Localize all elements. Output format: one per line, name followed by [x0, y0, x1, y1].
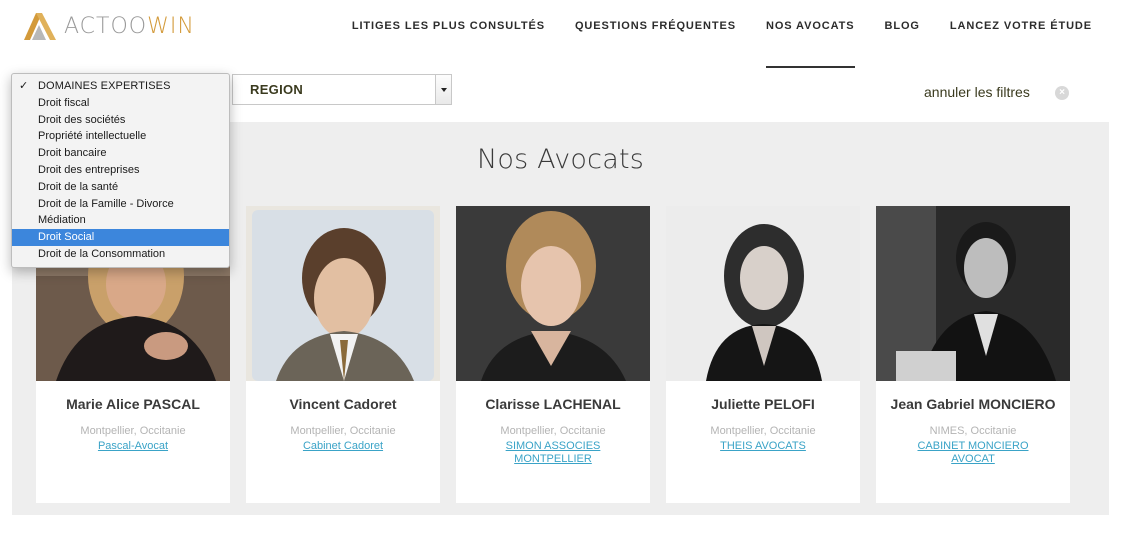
- lawyer-firm-link[interactable]: Cabinet Cadoret: [246, 440, 440, 453]
- lawyer-card[interactable]: Clarisse LACHENAL Montpellier, Occitanie…: [456, 206, 650, 503]
- nav-item-blog[interactable]: BLOG: [885, 18, 920, 34]
- lawyer-location: Montpellier, Occitanie: [80, 425, 186, 437]
- nav-item-questions[interactable]: QUESTIONS FRÉQUENTES: [575, 18, 736, 34]
- nav-item-avocats[interactable]: NOS AVOCATS: [765, 18, 855, 68]
- portrait-image-icon: [456, 206, 650, 381]
- lawyer-firm-link[interactable]: SIMON ASSOCIES MONTPELLIER: [456, 440, 650, 466]
- main-nav: LITIGES LES PLUS CONSULTÉS QUESTIONS FRÉ…: [322, 18, 1092, 68]
- dropdown-option-droit-famille[interactable]: Droit de la Famille - Divorce: [12, 196, 229, 213]
- lawyer-card[interactable]: Vincent Cadoret Montpellier, Occitanie C…: [246, 206, 440, 503]
- site-logo[interactable]: ACTOOWIN: [22, 10, 195, 42]
- dropdown-option-droit-societes[interactable]: Droit des sociétés: [12, 112, 229, 129]
- lawyer-firm-link[interactable]: THEIS AVOCATS: [666, 440, 860, 453]
- dropdown-option-droit-social[interactable]: Droit Social: [12, 229, 229, 246]
- lawyer-firm-link[interactable]: CABINET MONCIERO AVOCAT: [876, 440, 1070, 466]
- dropdown-option-droit-sante[interactable]: Droit de la santé: [12, 179, 229, 196]
- dropdown-option-droit-fiscal[interactable]: Droit fiscal: [12, 95, 229, 112]
- lawyer-firm-link[interactable]: Pascal-Avocat: [36, 440, 230, 453]
- dropdown-option-mediation[interactable]: Médiation: [12, 212, 229, 229]
- lawyer-card[interactable]: Juliette PELOFI Montpellier, Occitanie T…: [666, 206, 860, 503]
- logo-text: ACTOOWIN: [64, 13, 195, 39]
- nav-item-etude[interactable]: LANCEZ VOTRE ÉTUDE: [950, 18, 1092, 34]
- dropdown-option-droit-consommation[interactable]: Droit de la Consommation: [12, 246, 229, 263]
- lawyer-name[interactable]: Vincent Cadoret: [246, 396, 440, 412]
- site-header: ACTOOWIN LITIGES LES PLUS CONSULTÉS QUES…: [0, 0, 1136, 70]
- lawyer-photo[interactable]: [246, 206, 440, 381]
- lawyer-location: Montpellier, Occitanie: [710, 425, 816, 437]
- lawyer-location: NIMES, Occitanie: [929, 425, 1017, 437]
- expertise-dropdown-list[interactable]: ✓ DOMAINES EXPERTISES Droit fiscal Droit …: [11, 73, 230, 268]
- lawyer-card[interactable]: Jean Gabriel MONCIERO NIMES, Occitanie C…: [876, 206, 1070, 503]
- dropdown-option-droit-bancaire[interactable]: Droit bancaire: [12, 145, 229, 162]
- logo-mark-icon: [24, 13, 56, 40]
- portrait-image-icon: [246, 206, 440, 381]
- lawyer-photo[interactable]: [876, 206, 1070, 381]
- checkmark-icon: ✓: [19, 80, 29, 92]
- lawyer-name[interactable]: Juliette PELOFI: [666, 396, 860, 412]
- nav-item-litiges[interactable]: LITIGES LES PLUS CONSULTÉS: [352, 18, 545, 34]
- portrait-image-icon: [876, 206, 1070, 381]
- dropdown-option-propriete-intellectuelle[interactable]: Propriété intellectuelle: [12, 128, 229, 145]
- lawyer-name[interactable]: Clarisse LACHENAL: [456, 396, 650, 412]
- dropdown-option-domaines[interactable]: ✓ DOMAINES EXPERTISES: [12, 78, 1136, 95]
- dropdown-option-droit-entreprises[interactable]: Droit des entreprises: [12, 162, 229, 179]
- lawyer-name[interactable]: Marie Alice PASCAL: [36, 396, 230, 412]
- lawyer-photo[interactable]: [666, 206, 860, 381]
- lawyer-location: Montpellier, Occitanie: [290, 425, 396, 437]
- lawyer-location: Montpellier, Occitanie: [500, 425, 606, 437]
- lawyer-name[interactable]: Jean Gabriel MONCIERO: [876, 396, 1070, 412]
- portrait-image-icon: [666, 206, 860, 381]
- lawyer-photo[interactable]: [456, 206, 650, 381]
